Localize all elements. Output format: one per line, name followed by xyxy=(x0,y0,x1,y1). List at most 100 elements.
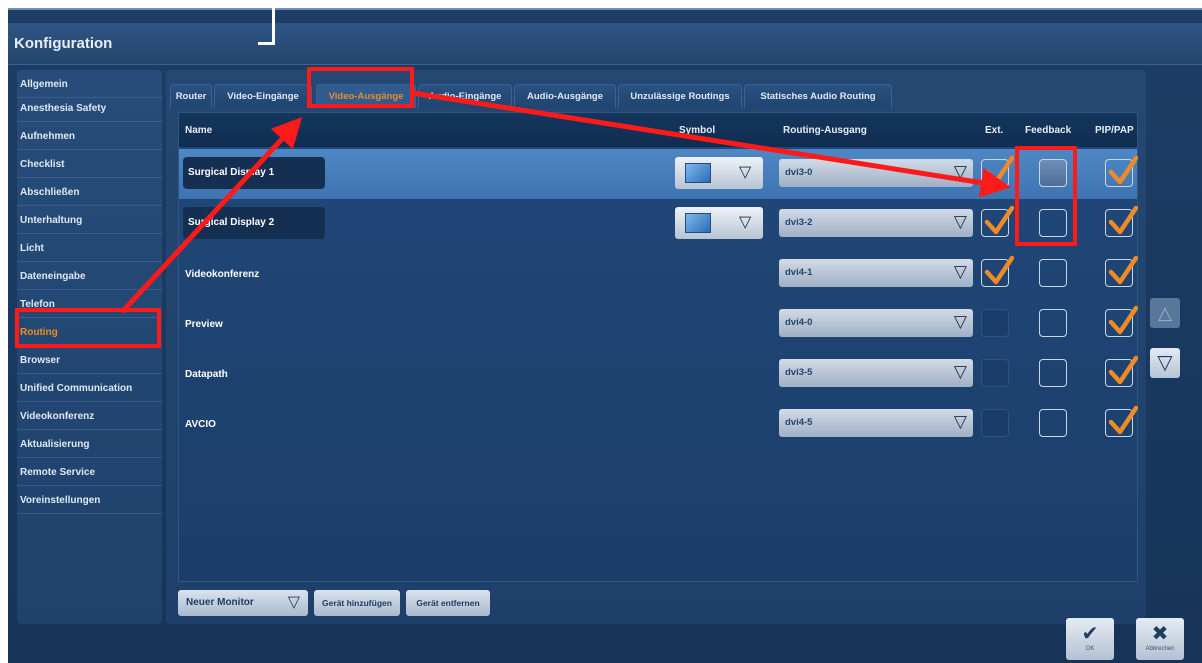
chevron-down-icon: ▽ xyxy=(953,412,967,431)
chevron-down-icon: ▽ xyxy=(739,164,752,181)
monitor-icon xyxy=(685,213,711,233)
chevron-down-icon: ▽ xyxy=(953,312,967,331)
outputs-table: Name Symbol Routing-Ausgang Ext. Feedbac… xyxy=(178,112,1138,582)
sidebar-item-unified-communication[interactable]: Unified Communication xyxy=(17,376,162,402)
add-device-button[interactable]: Gerät hinzufügen xyxy=(314,590,400,616)
routing-output-dropdown[interactable]: dvi4-5 ▽ xyxy=(779,409,973,437)
feedback-checkbox[interactable] xyxy=(1039,259,1067,287)
routing-output-dropdown[interactable]: dvi4-0 ▽ xyxy=(779,309,973,337)
table-row[interactable]: Preview dvi4-0 ▽ xyxy=(179,299,1138,349)
ok-button[interactable]: ✔ OK xyxy=(1066,618,1114,660)
sidebar-item-unterhaltung[interactable]: Unterhaltung xyxy=(17,208,162,234)
pip-pap-checkbox[interactable] xyxy=(1105,405,1138,437)
sidebar-item-routing[interactable]: Routing xyxy=(17,320,162,346)
ext-checkbox[interactable] xyxy=(981,255,1014,287)
row-name-label: Videokonferenz xyxy=(185,269,260,280)
pip-pap-checkbox[interactable] xyxy=(1105,255,1138,287)
table-row[interactable]: Surgical Display 1 ▽ dvi3-0 ▽ xyxy=(179,149,1138,199)
routing-output-value: dvi3-5 xyxy=(785,367,813,378)
pip-pap-checkbox[interactable] xyxy=(1105,355,1138,387)
sidebar-item-videokonferenz[interactable]: Videokonferenz xyxy=(17,404,162,430)
sidebar-item-aufnehmen[interactable]: Aufnehmen xyxy=(17,124,162,150)
tab-video-ausgänge[interactable]: Video-Ausgänge xyxy=(316,84,416,108)
pip-pap-checkbox[interactable] xyxy=(1105,155,1138,187)
feedback-checkbox[interactable] xyxy=(1039,409,1067,437)
routing-output-dropdown[interactable]: dvi3-0 ▽ xyxy=(779,159,973,187)
sidebar-item-remote-service[interactable]: Remote Service xyxy=(17,460,162,486)
sidebar-item-aktualisierung[interactable]: Aktualisierung xyxy=(17,432,162,458)
table-row[interactable]: Videokonferenz dvi4-1 ▽ xyxy=(179,249,1138,299)
ext-checkbox[interactable] xyxy=(981,205,1014,237)
chevron-down-icon: ▽ xyxy=(287,594,300,611)
feedback-checkbox[interactable] xyxy=(1039,159,1067,187)
pip-pap-checkbox[interactable] xyxy=(1105,305,1138,337)
row-name-label: AVCIO xyxy=(185,419,216,430)
ext-checkbox[interactable] xyxy=(981,155,1014,187)
chevron-down-icon: ▽ xyxy=(953,362,967,381)
header-name: Name xyxy=(185,125,213,136)
routing-output-value: dvi4-0 xyxy=(785,317,813,328)
monitor-icon xyxy=(685,163,711,183)
cursor-bracket-vertical xyxy=(272,0,275,44)
symbol-dropdown[interactable]: ▽ xyxy=(675,207,763,239)
sidebar-item-browser[interactable]: Browser xyxy=(17,348,162,374)
table-row[interactable]: Surgical Display 2 ▽ dvi3-2 ▽ xyxy=(179,199,1138,249)
cursor-bracket-horizontal xyxy=(258,42,275,45)
checkmark-icon: ✔ xyxy=(1081,623,1099,645)
sidebar-item-allgemein[interactable]: Allgemein xyxy=(17,72,162,98)
new-monitor-dropdown[interactable]: Neuer Monitor ▽ xyxy=(178,590,308,616)
chevron-down-icon: ▽ xyxy=(953,212,967,231)
window-top-line xyxy=(8,8,1202,10)
sidebar-item-anesthesia-safety[interactable]: Anesthesia Safety xyxy=(17,96,162,122)
routing-output-value: dvi3-0 xyxy=(785,167,813,178)
header-ext: Ext. xyxy=(985,125,1004,136)
header-feedback: Feedback xyxy=(1025,125,1072,136)
row-name-label: Datapath xyxy=(185,369,228,380)
row-name-field[interactable]: Surgical Display 1 xyxy=(183,157,325,189)
tab-audio-ausgänge[interactable]: Audio-Ausgänge xyxy=(514,84,616,108)
sidebar-item-telefon[interactable]: Telefon xyxy=(17,292,162,318)
tab-router[interactable]: Router xyxy=(170,84,212,108)
cancel-button[interactable]: ✖ Abbrechen xyxy=(1136,618,1184,660)
cancel-label: Abbrechen xyxy=(1145,646,1175,652)
ok-label: OK xyxy=(1085,646,1095,652)
sidebar-item-dateneingabe[interactable]: Dateneingabe xyxy=(17,264,162,290)
tab-statisches-audio-routing[interactable]: Statisches Audio Routing xyxy=(744,84,892,108)
sidebar-item-abschließen[interactable]: Abschließen xyxy=(17,180,162,206)
triangle-up-icon[interactable]: △ xyxy=(1150,298,1180,328)
routing-output-value: dvi3-2 xyxy=(785,217,813,228)
feedback-checkbox[interactable] xyxy=(1039,359,1067,387)
remove-device-button[interactable]: Gerät entfernen xyxy=(406,590,490,616)
header-symbol: Symbol xyxy=(679,125,716,136)
ext-checkbox xyxy=(981,409,1009,437)
tab-video-eingänge[interactable]: Video-Eingänge xyxy=(214,84,312,108)
triangle-down-icon[interactable]: ▽ xyxy=(1150,348,1180,378)
header-pip-pap: PIP/PAP xyxy=(1095,125,1134,136)
row-name-label: Preview xyxy=(185,319,223,330)
feedback-checkbox[interactable] xyxy=(1039,209,1067,237)
sidebar-item-licht[interactable]: Licht xyxy=(17,236,162,262)
main-panel: Router Video-Eingänge Video-Ausgänge Audio-… xyxy=(166,70,1146,624)
routing-output-dropdown[interactable]: dvi3-5 ▽ xyxy=(779,359,973,387)
chevron-down-icon: ▽ xyxy=(739,214,752,231)
sidebar-item-voreinstellungen[interactable]: Voreinstellungen xyxy=(17,488,162,514)
pip-pap-checkbox[interactable] xyxy=(1105,205,1138,237)
sidebar: Allgemein Anesthesia Safety Aufnehmen Check… xyxy=(17,70,162,624)
header-routing: Routing-Ausgang xyxy=(783,125,867,136)
sidebar-item-checklist[interactable]: Checklist xyxy=(17,152,162,178)
table-row[interactable]: AVCIO dvi4-5 ▽ xyxy=(179,399,1138,449)
new-monitor-label: Neuer Monitor xyxy=(186,597,254,608)
feedback-checkbox[interactable] xyxy=(1039,309,1067,337)
table-header: Name Symbol Routing-Ausgang Ext. Feedbac… xyxy=(179,113,1137,147)
chevron-down-icon: ▽ xyxy=(953,262,967,281)
routing-output-dropdown[interactable]: dvi3-2 ▽ xyxy=(779,209,973,237)
tab-unzulässige-routings[interactable]: Unzulässige Routings xyxy=(618,84,742,108)
title-bar: Konfiguration xyxy=(8,23,1202,65)
symbol-dropdown[interactable]: ▽ xyxy=(675,157,763,189)
row-name-field[interactable]: Surgical Display 2 xyxy=(183,207,325,239)
routing-output-dropdown[interactable]: dvi4-1 ▽ xyxy=(779,259,973,287)
routing-output-value: dvi4-1 xyxy=(785,267,813,278)
table-row[interactable]: Datapath dvi3-5 ▽ xyxy=(179,349,1138,399)
tab-audio-eingänge[interactable]: Audio-Eingänge xyxy=(418,84,512,108)
ext-checkbox xyxy=(981,309,1009,337)
